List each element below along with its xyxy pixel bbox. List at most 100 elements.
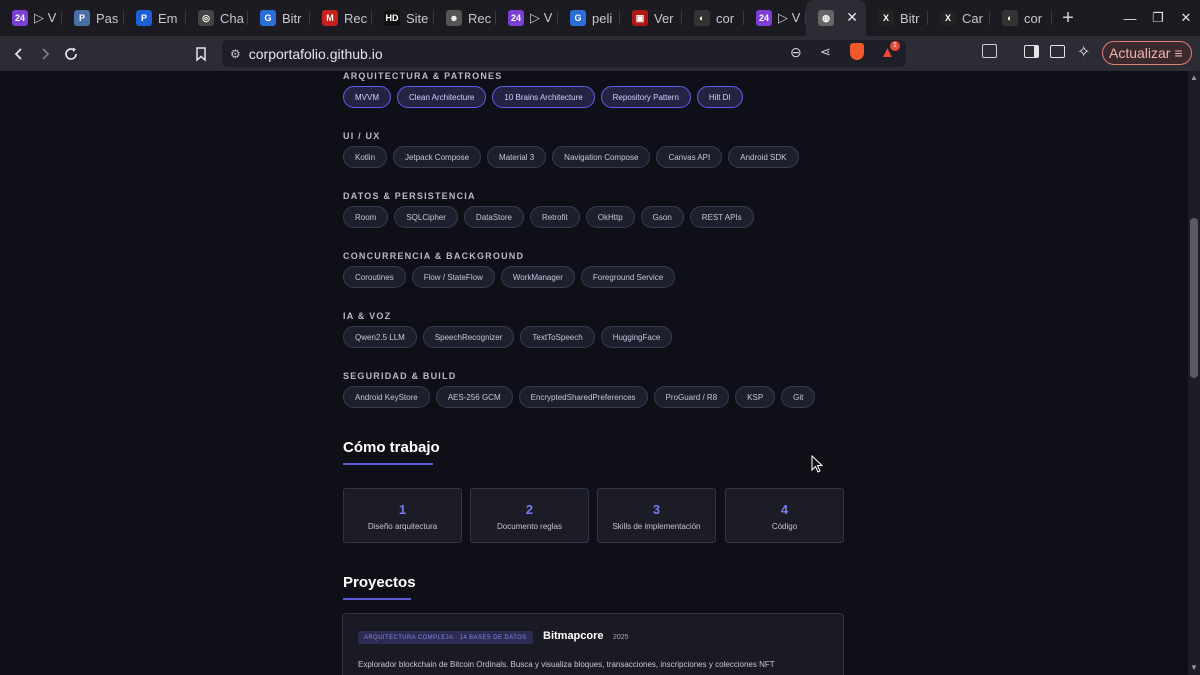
- tab-title: cor: [716, 10, 735, 26]
- close-tab-icon[interactable]: ✕: [846, 9, 858, 26]
- site-info-icon[interactable]: ⚙: [230, 47, 241, 61]
- step-number: 1: [398, 502, 407, 517]
- browser-tab[interactable]: M Rec: [310, 0, 372, 36]
- skill-chip: 10 Brains Architecture: [492, 86, 595, 108]
- zoom-icon[interactable]: ⊖: [790, 44, 802, 61]
- back-button[interactable]: [6, 41, 32, 67]
- skill-chip: SpeechRecognizer: [422, 326, 515, 348]
- address-bar[interactable]: ⚙ corportafolio.github.io ⊖ ⋖ ▲ 1: [222, 40, 906, 67]
- step-card: 3 Skills de implementación: [597, 488, 716, 543]
- brave-shield-icon[interactable]: [850, 43, 864, 60]
- bookmark-button[interactable]: [188, 41, 214, 67]
- browser-tab[interactable]: ◐ cor: [682, 0, 744, 36]
- update-button[interactable]: Actualizar ≡: [1102, 41, 1192, 65]
- skill-chip: MVVM: [343, 86, 391, 108]
- scroll-up-icon[interactable]: ▲: [1190, 73, 1198, 82]
- browser-tab[interactable]: ◎ Cha: [186, 0, 248, 36]
- share-icon[interactable]: ⋖: [820, 44, 831, 60]
- tab-favicon-icon: M: [322, 10, 338, 26]
- skill-chip-row: Coroutines Flow / StateFlow WorkManager For…: [343, 266, 676, 288]
- tab-favicon-icon: X: [878, 10, 894, 26]
- tab-title: ▷ V: [778, 10, 801, 25]
- close-window-icon[interactable]: ✕: [1172, 10, 1200, 26]
- scrollbar-thumb[interactable]: [1190, 218, 1198, 378]
- step-label: Código: [771, 522, 798, 531]
- tab-favicon-icon: ◍: [818, 10, 834, 26]
- tab-favicon-icon: 24: [508, 10, 524, 26]
- skill-chip-row: Room SQLCipher DataStore Retrofit OkHttp Gson…: [343, 206, 754, 228]
- skill-chip: Foreground Service: [580, 266, 676, 288]
- browser-tab[interactable]: 24 ▷ V: [496, 0, 558, 36]
- browser-tab[interactable]: X Car: [928, 0, 990, 36]
- browser-tab[interactable]: X Bitr: [866, 0, 928, 36]
- skill-chip: TextToSpeech: [520, 326, 595, 348]
- browser-tab[interactable]: 24 ▷ V: [744, 0, 806, 36]
- step-card: 1 Diseño arquitectura: [343, 488, 462, 543]
- skill-chip: WorkManager: [500, 266, 575, 288]
- skill-chip: Android SDK: [728, 146, 799, 168]
- skill-chip: Retrofit: [529, 206, 580, 228]
- menu-icon: ≡: [1174, 45, 1183, 61]
- skill-chip: EncryptedSharedPreferences: [518, 386, 648, 408]
- step-number: 2: [525, 502, 534, 517]
- screenshot-icon[interactable]: [982, 44, 997, 58]
- url-text[interactable]: corportafolio.github.io: [249, 46, 383, 62]
- como-trabajo-heading: Cómo trabajo: [343, 439, 440, 456]
- skill-chip: Clean Architecture: [397, 86, 487, 108]
- tab-title: Site: [406, 10, 429, 26]
- skill-category-title: ARQUITECTURA & PATRONES: [343, 71, 503, 81]
- skill-chip: AES-256 GCM: [435, 386, 513, 408]
- new-tab-button[interactable]: +: [1054, 4, 1082, 32]
- browser-tab[interactable]: P Em: [124, 0, 186, 36]
- rewards-badge: 1: [890, 41, 900, 51]
- browser-tab[interactable]: 24 ▷ V: [0, 0, 62, 36]
- step-number: 4: [780, 502, 789, 517]
- skill-chip: KSP: [735, 386, 776, 408]
- skill-category-title: UI / UX: [343, 131, 381, 141]
- tab-favicon-icon: 24: [12, 10, 28, 26]
- step-card: 2 Documento reglas: [470, 488, 589, 543]
- minimize-icon[interactable]: —: [1116, 11, 1144, 26]
- tab-title: Bitr: [282, 10, 302, 26]
- scroll-down-icon[interactable]: ▼: [1190, 663, 1198, 672]
- step-label: Skills de implementación: [612, 522, 701, 531]
- browser-tab[interactable]: ▣ Ver: [620, 0, 682, 36]
- tab-title: Rec: [468, 10, 492, 26]
- tab-favicon-icon: P: [136, 10, 152, 26]
- skill-chip: Kotlin: [343, 146, 388, 168]
- tab-favicon-icon: ▣: [632, 10, 648, 26]
- tab-strip: 24 ▷ V P Pas P Em ◎ Cha G Bitr M Rec HD Site ☻ Rec 24 ▷ V…: [0, 0, 1200, 36]
- skill-chip: Navigation Compose: [552, 146, 651, 168]
- tab-favicon-icon: HD: [384, 10, 400, 26]
- tab-title: Car: [962, 10, 983, 26]
- heading-underline: [343, 463, 433, 465]
- reload-button[interactable]: [58, 41, 84, 67]
- tab-title: ▷ V: [34, 10, 57, 25]
- tab-title: Ver: [654, 10, 674, 26]
- restore-icon[interactable]: ❐: [1144, 10, 1172, 26]
- browser-tab[interactable]: HD Site: [372, 0, 434, 36]
- tab-favicon-icon: ☻: [446, 10, 462, 26]
- browser-tab[interactable]: ☻ Rec: [434, 0, 496, 36]
- project-card[interactable]: ARQUITECTURA COMPLEJA · 14 BASES DE DATO…: [342, 613, 844, 675]
- page-content: ARQUITECTURA & PATRONES MVVM Clean Archite…: [0, 71, 1188, 675]
- browser-tab[interactable]: ◍ ✕: [806, 0, 866, 36]
- browser-tab[interactable]: G Bitr: [248, 0, 310, 36]
- tab-favicon-icon: ◐: [694, 10, 710, 26]
- tab-title: ▷ V: [530, 10, 553, 25]
- skill-chip-row: Kotlin Jetpack Compose Material 3 Navigatio…: [343, 146, 799, 168]
- browser-tab[interactable]: P Pas: [62, 0, 124, 36]
- wallet-icon[interactable]: [1050, 45, 1065, 58]
- skill-chip: SQLCipher: [394, 206, 458, 228]
- forward-button[interactable]: [32, 41, 58, 67]
- browser-tab[interactable]: ◐ cor: [990, 0, 1052, 36]
- browser-tab[interactable]: Gpeli: [558, 0, 620, 36]
- project-description: Explorador blockchain de Bitcoin Ordinal…: [358, 660, 775, 669]
- skill-chip-row: MVVM Clean Architecture 10 Brains Architec…: [343, 86, 743, 108]
- sidebar-toggle-icon[interactable]: [1024, 45, 1039, 58]
- step-label: Documento reglas: [497, 522, 562, 531]
- scrollbar[interactable]: ▲ ▼: [1188, 71, 1200, 675]
- leo-ai-icon[interactable]: ✧: [1077, 42, 1090, 62]
- tab-favicon-icon: G: [570, 10, 586, 26]
- project-name: Bitmapcore: [543, 630, 604, 642]
